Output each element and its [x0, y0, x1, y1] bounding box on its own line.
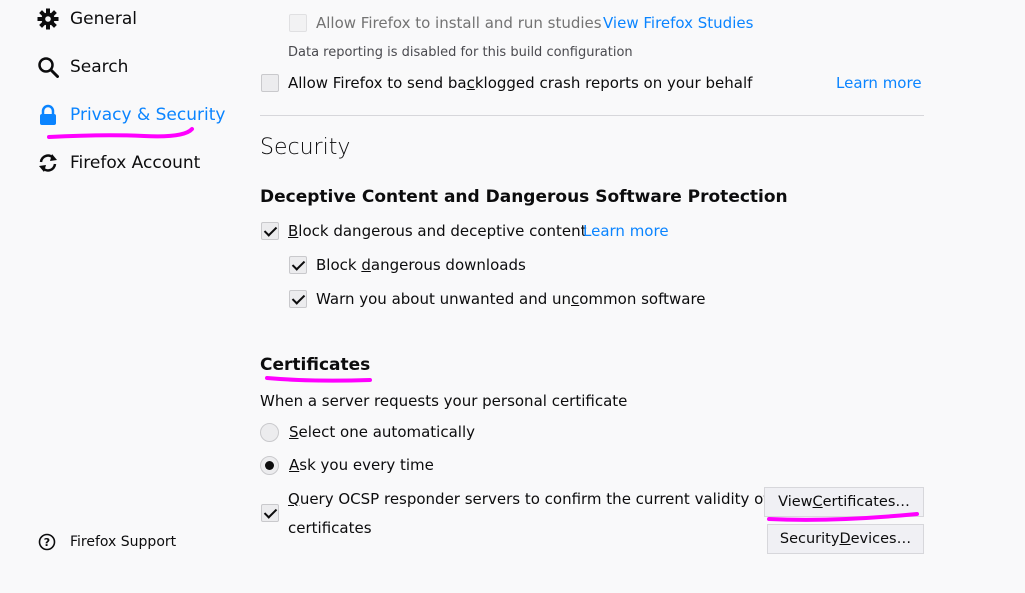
ask-every-time-label: Ask you every time	[289, 456, 434, 474]
highlight-underline-privacy	[47, 127, 194, 139]
sidebar-item-label: Firefox Account	[70, 153, 201, 173]
protection-heading: Deceptive Content and Dangerous Software…	[260, 187, 788, 207]
gear-icon	[36, 7, 60, 31]
sidebar-item-search[interactable]: Search	[36, 52, 128, 82]
svg-text:?: ?	[44, 536, 50, 549]
view-firefox-studies-link[interactable]: View Firefox Studies	[603, 14, 753, 32]
sidebar-item-label: Search	[70, 57, 129, 77]
help-icon: ?	[38, 533, 56, 551]
sync-icon	[36, 151, 60, 175]
ocsp-label-line2: certificates	[288, 519, 372, 537]
block-downloads-checkbox[interactable]	[289, 256, 307, 274]
crash-reports-label: Allow Firefox to send backlogged crash r…	[288, 74, 753, 92]
sidebar-item-firefox-account[interactable]: Firefox Account	[36, 148, 200, 178]
sidebar-item-label: Privacy & Security	[70, 105, 226, 125]
support-label: Firefox Support	[70, 534, 177, 550]
firefox-support-link[interactable]: ? Firefox Support	[38, 533, 176, 551]
warn-unwanted-label: Warn you about unwanted and uncommon sof…	[316, 290, 706, 308]
ocsp-label-line1: Query OCSP responder servers to confirm …	[288, 490, 769, 508]
ocsp-checkbox[interactable]	[261, 504, 279, 522]
ask-every-time-radio[interactable]	[260, 456, 279, 475]
select-automatically-radio[interactable]	[260, 423, 279, 442]
sidebar-item-label: General	[70, 9, 137, 29]
studies-label: Allow Firefox to install and run studies	[316, 14, 602, 32]
studies-checkbox[interactable]	[289, 14, 307, 32]
section-divider	[260, 115, 924, 116]
crash-reports-learn-more-link[interactable]: Learn more	[836, 74, 922, 92]
block-downloads-label: Block dangerous downloads	[316, 256, 526, 274]
block-dangerous-label: Block dangerous and deceptive content	[288, 222, 587, 240]
block-dangerous-checkbox[interactable]	[261, 222, 279, 240]
sidebar-item-general[interactable]: General	[36, 4, 137, 34]
data-reporting-disabled-note: Data reporting is disabled for this buil…	[288, 45, 633, 60]
select-automatically-label: Select one automatically	[289, 423, 475, 441]
certificates-heading: Certificates	[260, 355, 371, 375]
search-icon	[36, 55, 60, 79]
highlight-underline-certificates	[265, 376, 372, 383]
certificates-description: When a server requests your personal cer…	[260, 392, 628, 410]
crash-reports-checkbox[interactable]	[261, 74, 279, 92]
security-heading: Security	[260, 135, 351, 160]
security-devices-button[interactable]: Security Devices…	[767, 524, 924, 554]
warn-unwanted-checkbox[interactable]	[289, 290, 307, 308]
block-dangerous-learn-more-link[interactable]: Learn more	[583, 222, 669, 240]
